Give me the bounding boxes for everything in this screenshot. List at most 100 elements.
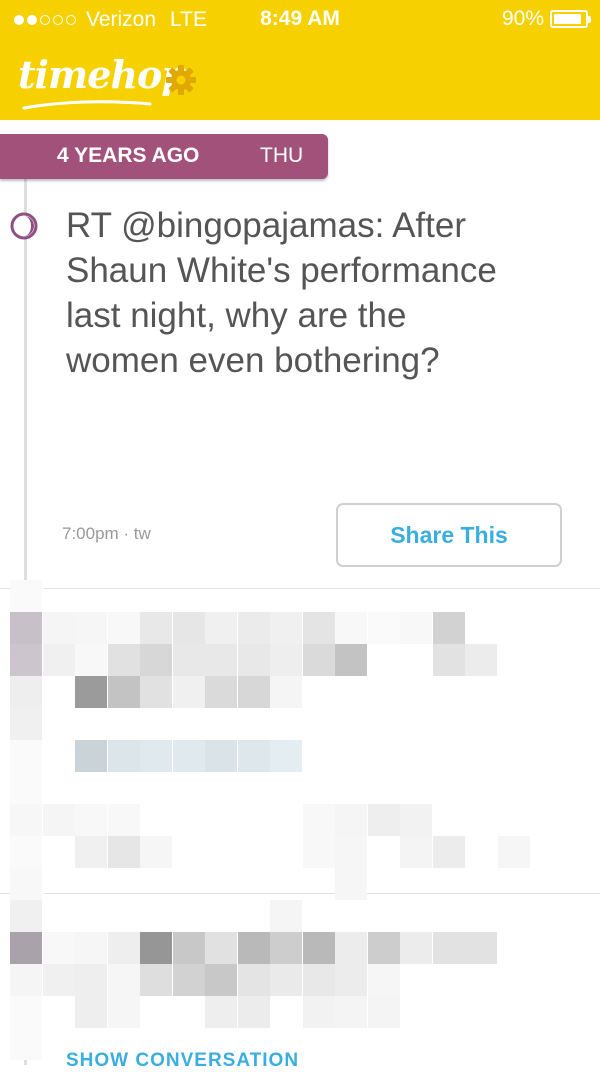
pixel-tile [335,836,367,868]
pixel-tile [140,932,172,964]
weekday-label: THU [260,144,304,167]
pixel-tile [75,612,107,644]
pixel-tile [10,740,42,772]
status-bar: Verizon LTE 8:49 AM 90% [0,0,600,38]
pixelated-content [0,580,600,1065]
timehop-logo: timehop [18,52,188,97]
pixel-tile [140,644,172,676]
pixel-tile [205,676,237,708]
pixel-tile [367,964,400,996]
pixel-tile [270,932,302,964]
show-conversation-link[interactable]: SHOW CONVERSATION [66,1050,299,1072]
pixel-tile [172,644,205,676]
pixel-tile [302,932,335,964]
pixel-tile [107,644,140,676]
pixel-tile [10,900,42,932]
pixel-tile [42,964,75,996]
pixel-tile [107,740,140,772]
pixel-tile [302,964,335,996]
pixel-tile [140,964,172,996]
pixel-tile [107,964,140,996]
pixel-tile [367,932,400,964]
pixel-tile [335,964,367,996]
pixel-tile [75,964,107,996]
pixel-tile [42,612,75,644]
pixel-tile [400,932,432,964]
pixel-tile [75,676,107,708]
pixel-tile [335,932,367,964]
years-ago-label: 4 YEARS AGO [57,144,200,167]
pixel-tile [302,644,335,676]
pixel-tile [497,836,530,868]
pixel-tile [10,932,42,964]
tweet-meta: 7:00pm · tw [62,524,151,543]
pixel-tile [75,836,107,868]
pixel-tile [75,996,107,1028]
pixel-tile [270,676,302,708]
pixel-tile [42,644,75,676]
years-ago-badge: 4 YEARS AGO THU [0,134,328,179]
pixel-tile [172,612,205,644]
pixel-tile [400,804,432,836]
pixel-tile [335,804,367,836]
pixel-tile [237,612,270,644]
pixel-tile [75,644,107,676]
pixel-tile [42,932,75,964]
pixel-tile [107,676,140,708]
pixel-tile [10,964,42,996]
pixel-tile [10,580,42,612]
pixel-tile [10,676,42,708]
pixel-tile [270,740,302,772]
pixel-tile [107,612,140,644]
pixel-tile [270,900,302,932]
share-button[interactable]: Share This [336,503,562,567]
pixel-tile [465,932,497,964]
pixel-tile [10,836,42,868]
app-header: timehop [0,38,600,120]
pixel-tile [42,804,75,836]
pixel-tile [432,836,465,868]
moon-icon [10,212,38,240]
battery-percent: 90% [501,7,544,30]
pixel-tile [432,644,465,676]
pixel-tile [270,612,302,644]
pixel-tile [172,932,205,964]
pixel-tile [10,644,42,676]
gear-icon[interactable] [165,64,197,96]
pixel-tile [237,740,270,772]
pixel-tile [172,964,205,996]
pixel-tile [205,964,237,996]
pixel-tile [107,836,140,868]
pixel-tile [205,740,237,772]
pixel-tile [432,612,465,644]
battery-icon [550,10,591,28]
pixel-tile [335,612,367,644]
pixel-tile [140,740,172,772]
pixel-tile [237,644,270,676]
pixel-tile [302,836,335,868]
pixel-tile [400,612,432,644]
pixel-tile [140,676,172,708]
pixel-tile [302,996,335,1028]
pixel-tile [10,1028,42,1060]
pixel-tile [367,612,400,644]
pixel-tile [205,932,237,964]
pixel-tile [10,868,42,900]
pixel-tile [75,740,107,772]
pixel-tile [400,836,432,868]
pixel-tile [432,932,465,964]
pixel-tile [302,804,335,836]
pixel-tile [107,932,140,964]
pixel-tile [237,676,270,708]
pixel-tile [270,964,302,996]
pixel-tile [10,612,42,644]
pixel-tile [10,708,42,740]
pixel-tile [172,740,205,772]
pixel-tile [302,612,335,644]
pixel-tile [10,772,42,804]
pixel-tile [140,612,172,644]
battery-status: 90% [501,7,591,31]
pixel-tile [172,676,205,708]
pixel-tile [205,644,237,676]
pixel-tile [335,644,367,676]
